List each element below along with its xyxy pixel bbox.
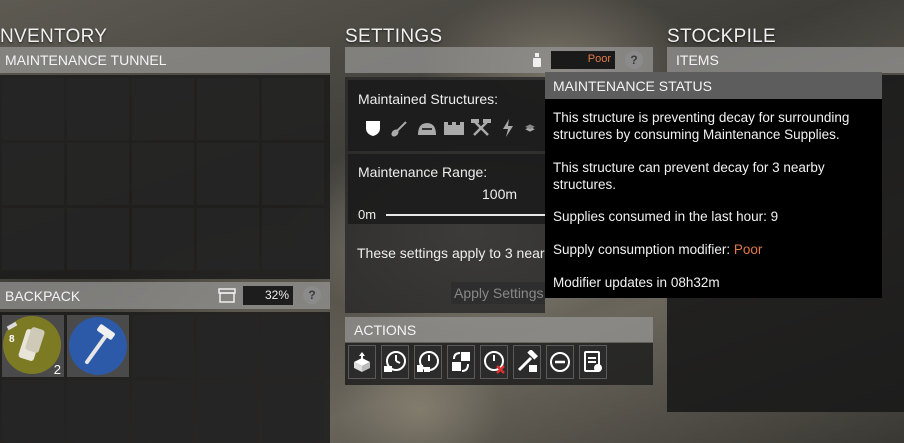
maintenance-range-label: Maintenance Range:: [358, 164, 488, 180]
backpack-slot-area: 8 2: [0, 312, 330, 443]
inventory-slot[interactable]: [197, 78, 259, 140]
stockpile-title: STOCKPILE: [667, 26, 776, 47]
settings-header: Poor ?: [345, 47, 653, 73]
inventory-slot[interactable]: [197, 208, 259, 270]
inventory-slot[interactable]: [2, 208, 64, 270]
bunker-icon[interactable]: [416, 117, 438, 139]
apply-note: These settings apply to 3 nearb: [357, 245, 545, 261]
pack-icon[interactable]: [348, 345, 376, 379]
maintained-structures-label: Maintained Structures:: [358, 91, 499, 107]
tooltip-line-1: This structure is preventing decay for s…: [553, 110, 850, 142]
structure-icon-row: [362, 117, 536, 139]
backpack-slot[interactable]: [262, 380, 324, 442]
backpack-slot[interactable]: [132, 315, 194, 377]
backpack-slot-hammer[interactable]: [67, 315, 129, 377]
item-count: 2: [53, 362, 61, 377]
wall-icon[interactable]: [443, 117, 465, 139]
inventory-slot[interactable]: [67, 78, 129, 140]
shield-icon[interactable]: [362, 117, 384, 139]
tooltip-modifier-label: Supply consumption modifier:: [553, 242, 734, 257]
settings-panel: Maintained Structures: Maintenance Range…: [345, 77, 545, 313]
maintenance-range-value: 100m: [482, 186, 518, 202]
range-min-label: 0m: [358, 207, 377, 222]
backpack-slot[interactable]: [67, 380, 129, 442]
maintenance-status-tooltip: MAINTENANCE STATUS This structure is pre…: [545, 72, 882, 298]
inventory-slot[interactable]: [67, 143, 129, 205]
timer-cancel-icon[interactable]: [480, 345, 508, 379]
tooltip-line-4: Supply consumption modifier: Poor: [553, 241, 873, 258]
backpack-slot[interactable]: [197, 380, 259, 442]
tooltip-line-3: Supplies consumed in the last hour: 9: [553, 209, 779, 224]
transfer-icon[interactable]: [447, 345, 475, 379]
backpack-grid: 8 2: [2, 315, 330, 442]
stack-icon[interactable]: [524, 117, 536, 139]
maintenance-range-box: Maintenance Range: 100m 0m: [348, 154, 545, 224]
inventory-slot[interactable]: [67, 208, 129, 270]
stockpile-header: ITEMS: [667, 47, 904, 73]
power-icon[interactable]: [497, 117, 519, 139]
inventory-slot[interactable]: [262, 78, 324, 140]
timer-group-icon[interactable]: [414, 345, 442, 379]
maintenance-status-icon[interactable]: [531, 52, 543, 71]
inventory-slot[interactable]: [132, 143, 194, 205]
stockpile-items-label: ITEMS: [676, 52, 719, 68]
container-name: MAINTENANCE TUNNEL: [5, 52, 167, 68]
maintenance-status-value[interactable]: Poor: [551, 51, 615, 69]
settings-title: SETTINGS: [345, 26, 443, 47]
container-grid: [2, 78, 330, 270]
backpack-help-icon[interactable]: ?: [303, 286, 321, 304]
backpack-slot[interactable]: [262, 315, 324, 377]
timer-icon[interactable]: [381, 345, 409, 379]
tooltip-line-5: Modifier updates in 08h32m: [553, 275, 720, 290]
shovel-icon[interactable]: [389, 117, 411, 139]
backpack-header: BACKPACK 32% ?: [0, 282, 330, 309]
actions-header: ACTIONS: [345, 317, 653, 342]
hammer-icon: [69, 317, 127, 375]
backpack-slot[interactable]: [197, 315, 259, 377]
inventory-slot[interactable]: [197, 143, 259, 205]
tooltip-title: MAINTENANCE STATUS: [553, 78, 712, 94]
actions-title: ACTIONS: [354, 321, 417, 338]
backpack-slot[interactable]: [2, 380, 64, 442]
crate-icon: [218, 288, 236, 306]
inventory-slot[interactable]: [262, 143, 324, 205]
item-badge: 8: [9, 334, 15, 345]
range-slider-fill: [386, 214, 545, 216]
apply-settings-button[interactable]: Apply Settings: [451, 282, 545, 304]
inventory-slot[interactable]: [2, 78, 64, 140]
settings-help-icon[interactable]: ?: [625, 51, 643, 69]
backpack-label: BACKPACK: [5, 287, 81, 304]
hammers-icon[interactable]: [470, 117, 492, 139]
container-header: MAINTENANCE TUNNEL: [0, 47, 330, 73]
tooltip-modifier-value: Poor: [733, 242, 763, 257]
log-icon[interactable]: [579, 345, 607, 379]
maintained-structures-box: Maintained Structures:: [348, 80, 545, 151]
container-slot-area: [0, 75, 330, 279]
tooltip-line-2: This structure can prevent decay for 3 n…: [553, 160, 825, 192]
inventory-slot[interactable]: [2, 143, 64, 205]
backpack-slot-supplies[interactable]: 8 2: [2, 315, 64, 377]
backpack-slot[interactable]: [132, 380, 194, 442]
tooltip-header: MAINTENANCE STATUS: [545, 72, 882, 99]
inventory-slot[interactable]: [132, 78, 194, 140]
inventory-title: NVENTORY: [0, 26, 108, 47]
actions-bar: [345, 343, 653, 385]
range-slider[interactable]: [386, 214, 545, 216]
remove-icon[interactable]: [546, 345, 574, 379]
encumbrance-value: 32%: [243, 286, 293, 305]
build-icon[interactable]: [513, 345, 541, 379]
inventory-slot[interactable]: [132, 208, 194, 270]
inventory-slot[interactable]: [262, 208, 324, 270]
